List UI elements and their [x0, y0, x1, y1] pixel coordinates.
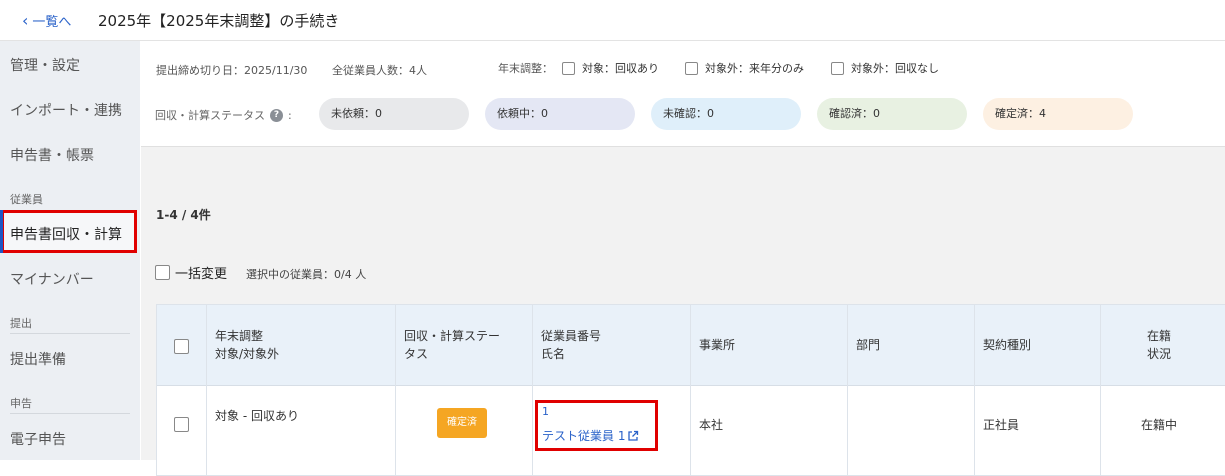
sidebar-item-import[interactable]: インポート・連携	[10, 100, 122, 120]
status-pill-confirmed[interactable]: 確認済：0	[817, 98, 967, 130]
result-count: 1-4 / 4件	[156, 208, 211, 222]
status-pill-requested[interactable]: 依頼中：0	[485, 98, 635, 130]
filter-option-label: 対象：回収あり	[582, 62, 659, 75]
top-bar: ‹ 一覧へ 2025年【2025年末調整】の手続き	[0, 0, 1225, 41]
employee-name-text: テスト従業員 1	[542, 429, 626, 443]
chevron-left-icon: ‹	[22, 10, 29, 30]
column-divider	[690, 305, 691, 475]
selected-count: 選択中の従業員：0/4 人	[246, 268, 367, 281]
sidebar-active-indicator	[0, 210, 3, 253]
filter-option-label: 対象外：来年分のみ	[705, 62, 804, 75]
column-divider	[395, 305, 396, 475]
header-line: 対象/対象外	[215, 347, 280, 361]
cell-year-end: 対象 - 回収あり	[215, 409, 299, 423]
header-dept[interactable]: 部門	[856, 336, 880, 354]
page-title: 2025年【2025年末調整】の手続き	[98, 12, 340, 30]
cell-office: 本社	[699, 418, 724, 432]
main-content: 1-4 / 4件 一括変更 選択中の従業員：0/4 人 年末調整 対象/対象外 …	[141, 147, 1225, 476]
employee-name-link[interactable]: テスト従業員 1	[542, 427, 639, 444]
status-label-text: 回収・計算ステータス	[155, 109, 265, 122]
sidebar: 管理・設定 インポート・連携 申告書・帳票 従業員 申告書回収・計算 マイナンバ…	[0, 41, 140, 460]
back-link-label: 一覧へ	[32, 15, 72, 30]
filter-target-collected[interactable]: 対象：回収あり	[562, 60, 659, 76]
sidebar-section-submit: 提出	[10, 317, 32, 330]
header-line: タス	[404, 347, 429, 361]
employee-total-text: 全従業員人数：4人	[332, 64, 427, 77]
sidebar-item-mynumber[interactable]: マイナンバー	[10, 269, 94, 289]
status-badge: 確定済	[437, 408, 487, 438]
column-divider	[974, 305, 975, 475]
status-label-colon: :	[288, 108, 292, 122]
bulk-change-label: 一括変更	[175, 267, 228, 282]
sidebar-item-efiling[interactable]: 電子申告	[10, 429, 66, 449]
select-all-checkbox[interactable]	[174, 339, 189, 354]
header-line: 回収・計算ステー	[404, 329, 501, 343]
header-enrollment[interactable]: 在籍 状況	[1147, 327, 1171, 363]
row-checkbox[interactable]	[174, 417, 189, 432]
status-pill-unrequested[interactable]: 未依頼：0	[319, 98, 469, 130]
status-pill-unconfirmed[interactable]: 未確認：0	[651, 98, 801, 130]
table-header	[157, 305, 1225, 386]
header-line: 氏名	[541, 347, 566, 361]
status-pill-finalized[interactable]: 確定済：4	[983, 98, 1133, 130]
sidebar-section-filing: 申告	[10, 397, 32, 410]
column-divider	[532, 305, 533, 475]
checkbox[interactable]	[562, 61, 575, 75]
checkbox[interactable]	[685, 61, 698, 75]
filter-bar: 提出締め切り日：2025/11/30 全従業員人数：4人 年末調整： 対象：回収…	[141, 41, 1225, 147]
header-contract[interactable]: 契約種別	[983, 336, 1031, 354]
checkbox[interactable]	[155, 265, 170, 280]
cell-enrollment: 在籍中	[1141, 418, 1178, 432]
filter-nontarget-next-year[interactable]: 対象外：来年分のみ	[685, 60, 804, 76]
employee-table: 年末調整 対象/対象外 回収・計算ステー タス 従業員番号 氏名 事業所 部門 …	[156, 304, 1225, 476]
sidebar-item-submit-prep[interactable]: 提出準備	[10, 349, 66, 369]
sidebar-section-employee: 従業員	[10, 193, 43, 206]
sidebar-item-collection[interactable]: 申告書回収・計算	[10, 224, 122, 244]
cell-contract: 正社員	[983, 418, 1020, 432]
header-line: 年末調整	[215, 329, 264, 343]
cell-employee-number: 1	[542, 405, 549, 418]
header-line: 在籍	[1147, 329, 1172, 343]
filter-option-label: 対象外：回収なし	[851, 62, 939, 75]
filter-nontarget-not-collected[interactable]: 対象外：回収なし	[831, 60, 939, 76]
year-end-filter-label: 年末調整：	[498, 62, 553, 75]
back-to-list-link[interactable]: ‹ 一覧へ	[22, 11, 71, 30]
header-status[interactable]: 回収・計算ステー タス	[404, 327, 500, 363]
bulk-change-toggle[interactable]: 一括変更	[155, 263, 227, 282]
checkbox[interactable]	[831, 61, 844, 75]
deadline-text: 提出締め切り日：2025/11/30	[156, 64, 308, 77]
external-link-icon	[628, 430, 639, 441]
header-year-end[interactable]: 年末調整 対象/対象外	[215, 327, 279, 363]
header-line: 状況	[1147, 347, 1172, 361]
help-icon[interactable]: ?	[270, 108, 283, 122]
sidebar-divider	[10, 333, 130, 334]
column-divider	[1100, 305, 1101, 475]
header-line: 従業員番号	[541, 329, 602, 343]
sidebar-item-management[interactable]: 管理・設定	[10, 55, 80, 75]
column-divider	[206, 305, 207, 475]
column-divider	[847, 305, 848, 475]
header-office[interactable]: 事業所	[699, 336, 735, 354]
sidebar-item-forms[interactable]: 申告書・帳票	[10, 145, 94, 165]
header-employee[interactable]: 従業員番号 氏名	[541, 327, 601, 363]
status-filter-label: 回収・計算ステータス ? :	[155, 107, 292, 123]
sidebar-divider	[10, 413, 130, 414]
